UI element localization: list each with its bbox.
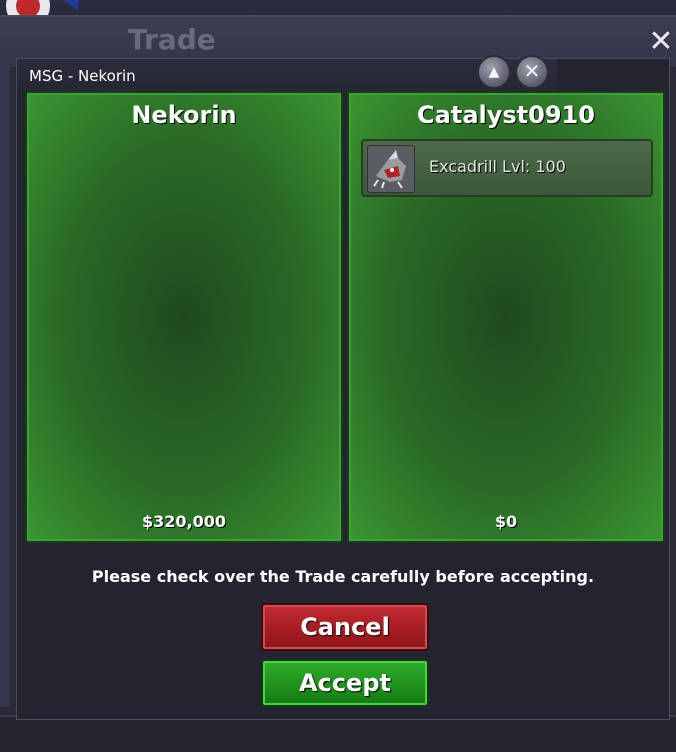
trader-name: Nekorin [131,101,237,129]
trade-bottom-bar [0,715,676,752]
trade-offer-panel-left: Nekorin $320,000 [25,91,343,543]
accept-button[interactable]: Accept [261,659,429,707]
offer-money: $0 [494,512,518,531]
close-button[interactable]: ✕ [515,55,549,89]
trade-left-border [0,67,10,707]
msg-dialog: MSG - Nekorin ▲ ✕ Nekorin $320,000 Catal… [16,55,670,720]
cancel-button[interactable]: Cancel [261,603,429,651]
offer-money: $320,000 [141,512,226,531]
excadrill-sprite-icon [367,145,415,193]
trade-close-icon[interactable]: ✕ [648,27,674,57]
trader-name: Catalyst0910 [417,101,595,129]
chevron-up-icon: ▲ [488,64,500,80]
minimize-button[interactable]: ▲ [477,55,511,89]
trade-title: Trade [128,23,216,56]
offer-item[interactable]: Excadrill Lvl: 100 [361,139,653,197]
msg-title: MSG - Nekorin [29,67,136,85]
trade-offer-panel-right: Catalyst0910 Excadrill Lvl: 100 $0 [347,91,665,543]
close-icon: ✕ [523,59,541,83]
item-label: Excadrill Lvl: 100 [429,157,566,176]
trade-notice: Please check over the Trade carefully be… [91,567,595,586]
msg-titlebar[interactable]: MSG - Nekorin ▲ ✕ [17,55,557,93]
